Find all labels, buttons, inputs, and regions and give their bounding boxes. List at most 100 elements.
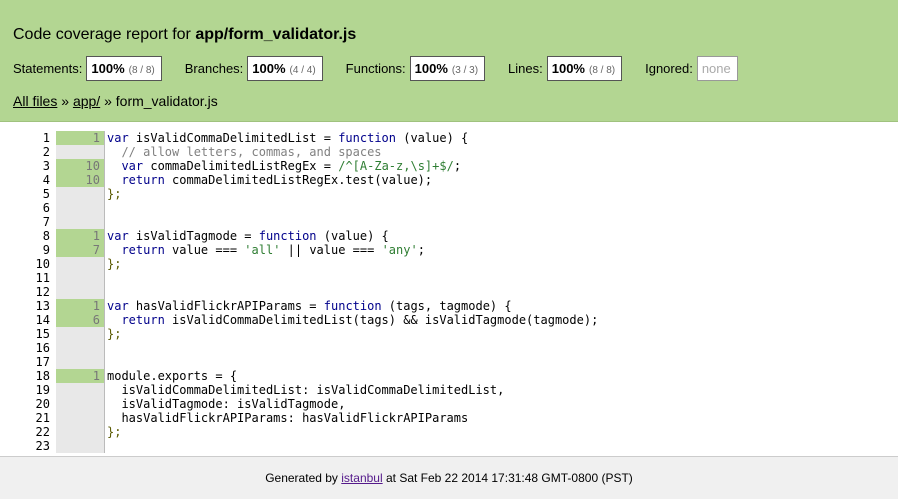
title-prefix: Code coverage report for [13,26,196,43]
line-number[interactable]: 3 [0,159,50,173]
line-number[interactable]: 10 [0,257,50,271]
hit-count [56,411,104,425]
code-line: 23 [0,439,898,453]
code-line: 9 7 return value === 'all' || value === '… [0,243,898,257]
code-line: 7 [0,215,898,229]
footer-prefix: Generated by [265,471,342,485]
source-code: hasValidFlickrAPIParams: hasValidFlickrA… [104,411,468,425]
breadcrumb-dir-link[interactable]: app/ [73,93,100,109]
metric-value-box: 100% (8 / 8) [86,56,162,81]
metric-statements: Statements: 100% (8 / 8) [13,56,162,81]
line-number[interactable]: 2 [0,145,50,159]
code-line: 14 6 return isValidCommaDelimitedList(tag… [0,313,898,327]
line-number[interactable]: 21 [0,411,50,425]
source-code: var isValidTagmode = function (value) { [104,229,389,243]
code-line: 5}; [0,187,898,201]
metric-frac: (8 / 8) [588,65,616,76]
source-code: isValidTagmode: isValidTagmode, [104,397,345,411]
line-number[interactable]: 13 [0,299,50,313]
metric-value-box: 100% (3 / 3) [409,56,486,81]
line-number[interactable]: 23 [0,439,50,453]
line-number[interactable]: 8 [0,229,50,243]
source-code [104,201,107,215]
metric-value-box: 100% (4 / 4) [247,56,323,81]
source-code: var isValidCommaDelimitedList = function… [104,131,468,145]
hit-count: 1 [56,369,104,383]
metric-value-box: 100% (8 / 8) [546,56,623,81]
code-line: 20 isValidTagmode: isValidTagmode, [0,397,898,411]
hit-count: 10 [56,159,104,173]
code-line: 10}; [0,257,898,271]
code-line: 13 1 var hasValidFlickrAPIParams = functio… [0,299,898,313]
code-line: 12 [0,285,898,299]
source-code [104,271,107,285]
line-number[interactable]: 5 [0,187,50,201]
report-header: Code coverage report for app/form_valida… [0,0,898,122]
line-number[interactable]: 4 [0,173,50,187]
code-line: 18 1 module.exports = { [0,369,898,383]
breadcrumb-separator: » [100,93,116,109]
code-line: 22}; [0,425,898,439]
hit-count [56,271,104,285]
hit-count-value: 7 [92,243,100,257]
line-number[interactable]: 17 [0,355,50,369]
code-line: 1 1 var isValidCommaDelimitedList = functi… [0,131,898,145]
source-code: }; [104,257,121,271]
metric-frac: (8 / 8) [128,65,155,76]
hit-count-value: 1 [92,299,100,313]
line-number[interactable]: 22 [0,425,50,439]
code-line: 4 10 return commaDelimitedListRegEx.test(… [0,173,898,187]
hit-count [56,285,104,299]
title-file: app/form_validator.js [195,26,357,43]
hit-count-value: 1 [92,369,100,383]
line-number[interactable]: 20 [0,397,50,411]
line-number[interactable]: 18 [0,369,50,383]
source-code: module.exports = { [104,369,237,383]
hit-count [56,439,104,453]
source-code [104,439,107,453]
breadcrumb-all-files-link[interactable]: All files [13,93,57,109]
hit-count [56,257,104,271]
hit-count [56,383,104,397]
breadcrumb: All files » app/ » form_validator.js [13,93,218,109]
metric-pct: 100% [551,61,585,76]
code-line: 3 10 var commaDelimitedListRegEx = /^[A-Z… [0,159,898,173]
hit-count-value: 10 [85,159,100,173]
hit-count [56,425,104,439]
metric-pct: 100% [91,61,125,76]
line-number[interactable]: 16 [0,341,50,355]
code-listing: 1 1 var isValidCommaDelimitedList = functi… [0,131,898,453]
line-number[interactable]: 14 [0,313,50,327]
metric-lines: Lines: 100% (8 / 8) [508,56,623,81]
line-number[interactable]: 1 [0,131,50,145]
code-line: 15}; [0,327,898,341]
line-number[interactable]: 7 [0,215,50,229]
metric-pct: 100% [414,61,448,76]
hit-count: 10 [56,173,104,187]
code-line: 8 1 var isValidTagmode = function (value) … [0,229,898,243]
line-number[interactable]: 19 [0,383,50,397]
hit-count-value: 1 [92,131,100,145]
source-code: return value === 'all' || value === 'any… [104,243,425,257]
metric-branches: Branches: 100% (4 / 4) [185,56,323,81]
code-line: 11 [0,271,898,285]
line-number[interactable]: 6 [0,201,50,215]
hit-count-value: 1 [92,229,100,243]
line-number[interactable]: 15 [0,327,50,341]
source-code [104,341,107,355]
line-number[interactable]: 9 [0,243,50,257]
hit-count-value: 10 [85,173,100,187]
hit-count [56,187,104,201]
metric-pct: 100% [252,61,286,76]
line-number[interactable]: 12 [0,285,50,299]
footer-suffix: at Sat Feb 22 2014 17:31:48 GMT-0800 (PS… [382,471,633,485]
source-code [104,355,107,369]
hit-count [56,355,104,369]
footer: Generated by istanbul at Sat Feb 22 2014… [0,456,898,499]
istanbul-link[interactable]: istanbul [341,471,382,485]
breadcrumb-separator: » [57,93,73,109]
code-line: 19 isValidCommaDelimitedList: isValidCom… [0,383,898,397]
hit-count: 1 [56,299,104,313]
line-number[interactable]: 11 [0,271,50,285]
metric-functions: Functions: 100% (3 / 3) [346,56,486,81]
